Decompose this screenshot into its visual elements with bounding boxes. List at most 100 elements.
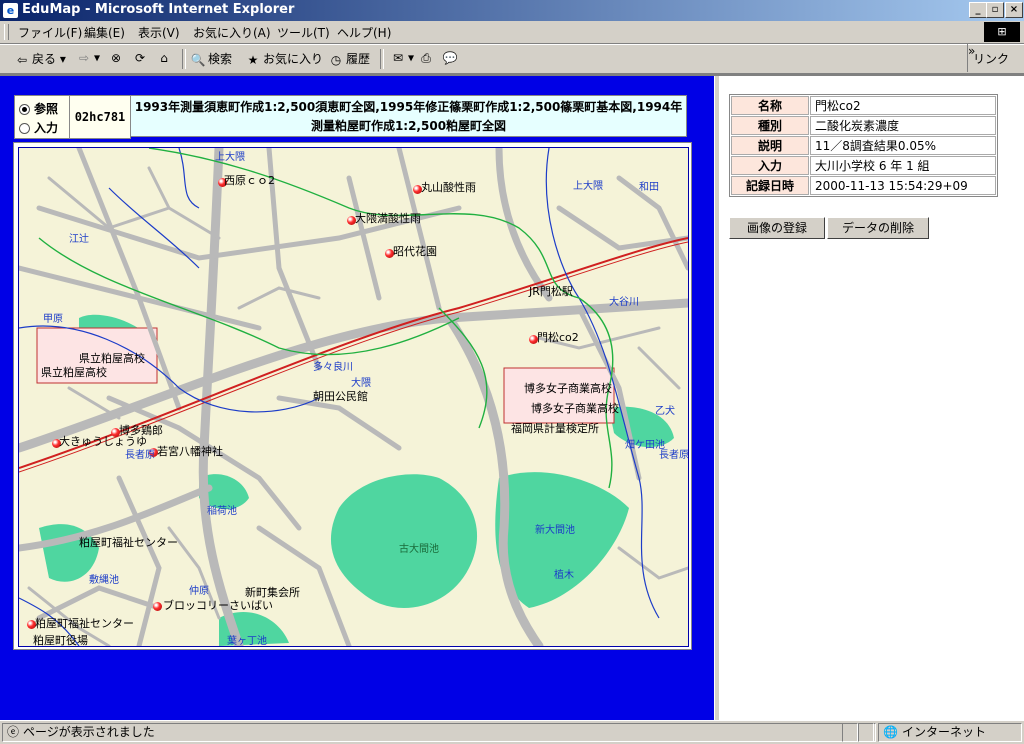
search-icon: 🔍 <box>190 52 206 67</box>
globe-icon: 🌐 <box>883 725 898 739</box>
place-label: JR門松駅 <box>529 285 573 298</box>
place-label: 大隈満酸性雨 <box>355 212 421 225</box>
place-label: 丸山酸性雨 <box>421 181 476 194</box>
area-label: 稲荷池 <box>207 506 237 517</box>
menu-favorites[interactable]: お気に入り(A) <box>193 24 271 41</box>
menu-tools[interactable]: ツール(T) <box>277 24 330 41</box>
status-text-area: ⓔ ページが表示されました <box>2 723 876 742</box>
info-frame: 名称 門松co2 種別 二酸化炭素濃度 説明 11／8調査結果0.05% 入力 大川小学… <box>719 76 1024 721</box>
ie-icon: e <box>3 3 18 18</box>
links-bar[interactable]: リンク » <box>967 44 1024 72</box>
area-label: 敷縄池 <box>89 575 119 586</box>
info-table: 名称 門松co2 種別 二酸化炭素濃度 説明 11／8調査結果0.05% 入力 大川小学… <box>729 94 998 197</box>
minimize-button[interactable]: _ <box>969 2 987 18</box>
mode-radio-group: 参照 入力 <box>14 95 70 139</box>
menu-file[interactable]: ファイル(F) <box>18 24 82 41</box>
forward-arrow-icon: ⇨ <box>78 51 90 65</box>
refresh-button[interactable]: ⟳ <box>132 50 150 66</box>
place-label: 門松co2 <box>537 331 579 344</box>
area-label: 古大間池 <box>399 544 439 555</box>
map-image[interactable]: 西原ｃｏ2 丸山酸性雨 大隈満酸性雨 昭代花園 JR門松駅 門松co2 県立粕屋… <box>18 147 689 647</box>
table-row: 種別 二酸化炭素濃度 <box>731 116 996 135</box>
stop-button[interactable]: ⊗ <box>108 50 126 66</box>
map-description: 1993年測量須恵町作成1:2,500須恵町全図,1995年修正篠栗町作成1:2… <box>130 95 687 137</box>
back-button[interactable]: ⇦ 戻る ▾ <box>14 50 66 68</box>
area-label: 葉ヶ丁池 <box>227 636 267 647</box>
area-label: 新大間池 <box>535 525 575 536</box>
radio-reference[interactable]: 参照 <box>19 100 58 117</box>
table-row: 記録日時 2000-11-13 15:54:29+09 <box>731 176 996 195</box>
area-label: 上大隈 <box>573 181 603 192</box>
radio-selected-icon <box>19 104 30 115</box>
area-label: 江辻 <box>69 234 89 245</box>
area-label: 仲原 <box>189 586 209 597</box>
area-label: 長者原 <box>125 450 155 461</box>
discuss-icon: 💬 <box>442 51 458 65</box>
table-row: 入力 大川小学校 6 年 1 組 <box>731 156 996 175</box>
discuss-button[interactable]: 💬 <box>442 50 460 66</box>
home-icon: ⌂ <box>160 51 168 65</box>
road-north-east <box>495 148 553 302</box>
place-label: 博多女子商業高校 <box>531 402 619 415</box>
delete-data-button[interactable]: データの削除 <box>827 217 929 239</box>
back-arrow-icon: ⇦ <box>16 52 28 67</box>
area-label: 大谷川 <box>609 297 639 308</box>
area-label: 植木 <box>554 570 574 581</box>
place-label: 県立粕屋高校 <box>41 366 107 379</box>
radio-empty-icon <box>19 123 30 134</box>
maximize-button[interactable]: ▫ <box>986 2 1004 18</box>
mail-button[interactable]: ✉ ▾ <box>390 50 414 66</box>
favorites-icon: ★ <box>247 52 259 67</box>
place-label: 昭代花園 <box>393 245 437 258</box>
menu-help[interactable]: ヘルプ(H) <box>337 24 391 41</box>
status-bar: ⓔ ページが表示されました 🌐 インターネット <box>0 720 1024 744</box>
area-label: 和田 <box>639 182 659 193</box>
map-container: 西原ｃｏ2 丸山酸性雨 大隈満酸性雨 昭代花園 JR門松駅 門松co2 県立粕屋… <box>13 142 692 650</box>
print-button[interactable]: ⎙ <box>418 50 436 66</box>
area-label: 多々良川 <box>313 362 353 373</box>
area-label: 上大隈 <box>215 152 245 163</box>
security-zone: 🌐 インターネット <box>878 723 1022 742</box>
menu-edit[interactable]: 編集(E) <box>84 24 125 41</box>
windows-logo-icon: ⊞ <box>984 22 1020 42</box>
pond-shinoma <box>495 472 629 608</box>
map-frame: 参照 入力 02hc781 1993年測量須恵町作成1:2,500須恵町全図,1… <box>0 76 714 721</box>
page-icon: ⓔ <box>7 725 20 739</box>
place-label: 朝田公民館 <box>313 390 368 403</box>
forward-button[interactable]: ⇨ ▾ <box>76 50 100 66</box>
radio-input[interactable]: 入力 <box>19 119 58 136</box>
place-label: 福岡県計量検定所 <box>511 422 599 435</box>
search-button[interactable]: 🔍 検索 <box>190 50 233 68</box>
home-button[interactable]: ⌂ <box>156 50 174 66</box>
history-button[interactable]: ◷ 履歴 <box>328 50 370 68</box>
favorites-button[interactable]: ★ お気に入り <box>245 50 323 68</box>
area-label: 乙犬 <box>655 406 675 417</box>
page-content: 参照 入力 02hc781 1993年測量須恵町作成1:2,500須恵町全図,1… <box>0 74 1024 721</box>
stop-icon: ⊗ <box>110 51 122 65</box>
history-icon: ◷ <box>330 52 342 67</box>
place-label: 西原ｃｏ2 <box>224 174 275 187</box>
place-label: 粕屋町役場 <box>33 634 88 647</box>
register-image-button[interactable]: 画像の登録 <box>729 217 825 239</box>
menu-view[interactable]: 表示(V) <box>138 24 180 41</box>
window-title: EduMap - Microsoft Internet Explorer <box>22 2 295 17</box>
refresh-icon: ⟳ <box>134 51 146 65</box>
place-label: 博多鶏郎 <box>119 424 163 437</box>
toolbar: ⇦ 戻る ▾ ⇨ ▾ ⊗ ⟳ ⌂ 🔍 検索 ★ お気に入り ◷ 履歴 ✉ ▾ ⎙ 💬 <box>0 44 1024 74</box>
area-label: 長者原 <box>659 450 689 461</box>
table-row: 説明 11／8調査結果0.05% <box>731 136 996 155</box>
area-label: 甲原 <box>43 314 63 325</box>
mail-icon: ✉ <box>392 51 404 65</box>
window-title-bar: e EduMap - Microsoft Internet Explorer _… <box>0 0 1024 21</box>
area-label: 大隈 <box>351 378 371 389</box>
place-label: 粕屋町福祉センター <box>79 536 178 549</box>
place-label: 若宮八幡神社 <box>157 445 223 458</box>
printer-icon: ⎙ <box>421 51 431 65</box>
place-label: ブロッコリーさいばい <box>163 599 273 612</box>
menu-bar: ファイル(F) 編集(E) 表示(V) お気に入り(A) ツール(T) ヘルプ(… <box>0 21 1024 44</box>
table-row: 名称 門松co2 <box>731 96 996 115</box>
place-label: 粕屋町福祉センター <box>35 617 134 630</box>
close-button[interactable]: × <box>1005 2 1023 18</box>
map-pin[interactable] <box>153 602 162 611</box>
map-code: 02hc781 <box>69 95 131 139</box>
